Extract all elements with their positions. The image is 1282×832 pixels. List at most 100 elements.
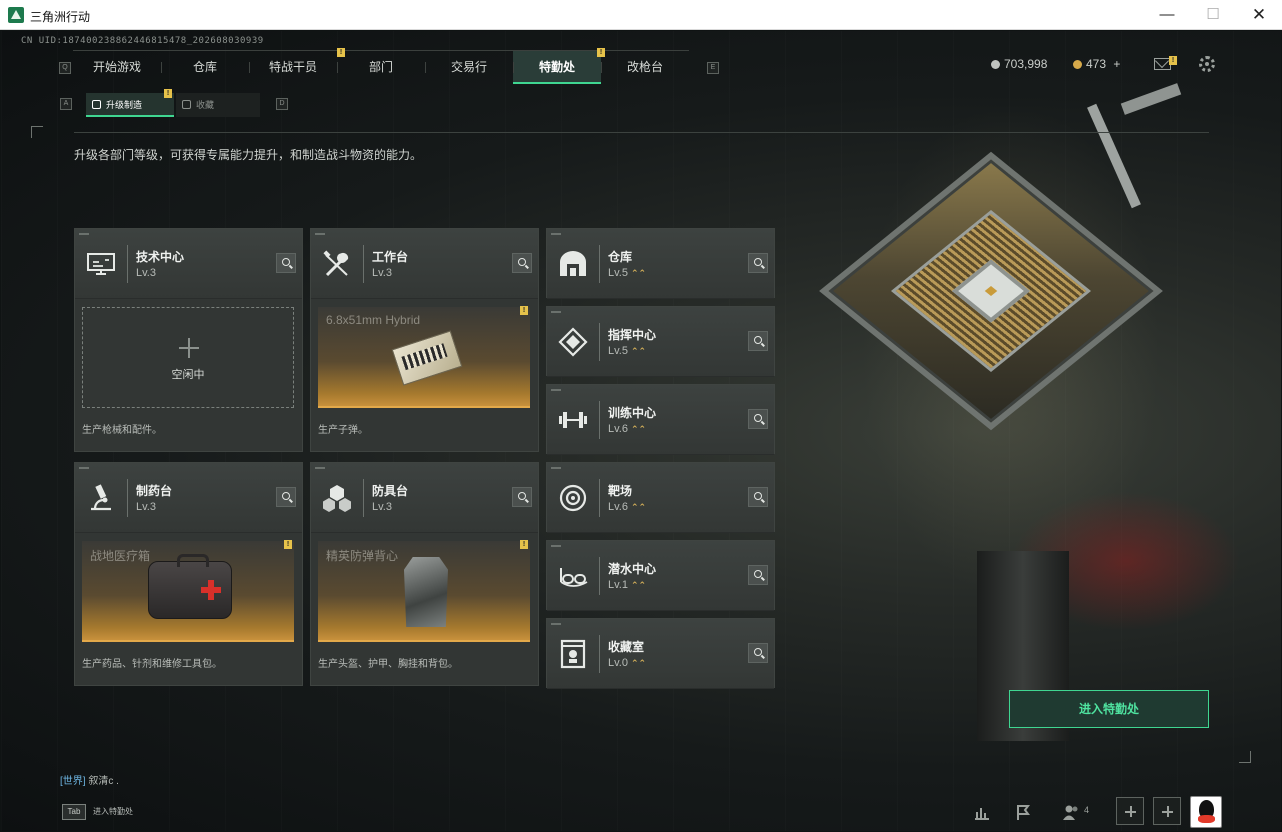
slot-item-name: 战地医疗箱 [90,549,151,563]
collection-room-icon [560,639,586,669]
tools-icon [323,250,349,277]
dumbbell-icon [559,412,587,428]
invite-slot-2-button[interactable] [1153,797,1181,825]
search-icon[interactable] [512,253,532,273]
game-viewport: CN UID:1874002388624468154​78_2026080309… [1,31,1281,831]
search-icon[interactable] [748,253,768,273]
tab-operators[interactable]: 特战干员 [249,51,337,84]
qq-avatar-icon[interactable] [1190,796,1222,828]
minimize-button[interactable]: — [1144,0,1190,30]
facility-card-armor-bench[interactable]: 防具台 Lv.3 精英防弹背心 ! 生产头盔、护甲、胸挂和背包。 [310,462,539,686]
subtab-left-key-hint: A [60,98,72,110]
close-button[interactable]: ✕ [1236,0,1282,30]
facility-name: 训练中心 [608,406,657,420]
invite-slot-1-button[interactable] [1116,797,1144,825]
maximize-button[interactable]: ☐ [1190,0,1236,30]
facility-card-diving-center[interactable]: 潜水中心 Lv.1 ⌃⌃ [546,540,775,611]
facility-card-pharmacy[interactable]: 制药台 Lv.3 战地医疗箱 ! 生产药品、针剂和维修工具包。 [74,462,303,686]
tab-start-game[interactable]: 开始游戏 [73,51,161,84]
world-chat-line[interactable]: [世界] 叙清c . [60,772,119,787]
facility-card-shooting-range[interactable]: 靶场 Lv.6 ⌃⌃ [546,462,775,533]
gold-currency: 473 + [1073,57,1120,71]
facility-description: 生产头盔、护甲、胸挂和背包。 [318,659,458,670]
facility-name: 制药台 [136,484,173,498]
friends-count: 4 [1084,805,1090,815]
production-slot-idle[interactable]: 空闲中 [82,307,294,408]
facility-level: Lv.3 [372,501,392,513]
slot-warning-badge: ! [284,540,292,549]
enter-special-ops-button[interactable]: 进入特勤处 [1009,690,1209,728]
nav-right-key-hint: E [707,62,719,74]
tab-market[interactable]: 交易行 [425,51,513,84]
command-center-icon [558,327,588,357]
facility-level: Lv.5 [608,267,628,279]
chat-channel: [世界] [60,776,86,787]
facility-card-command-center[interactable]: 指挥中心 Lv.5 ⌃⌃ [546,306,775,377]
upgrade-available-icon: ⌃⌃ [630,502,647,512]
target-icon [559,484,587,512]
facility-card-training-center[interactable]: 训练中心 Lv.6 ⌃⌃ [546,384,775,455]
stats-chart-icon[interactable] [973,803,991,821]
upgrade-available-icon: ⌃⌃ [630,580,647,590]
production-slot-ammo[interactable]: 6.8x51mm Hybrid ! [318,306,530,408]
tab-gunsmith[interactable]: 改枪台 [601,51,689,84]
upgrade-available-icon: ⌃⌃ [630,658,647,668]
slot-status: 空闲中 [171,369,205,381]
mail-warning-badge: ! [1169,56,1177,65]
medkit-image [148,554,232,619]
chat-message: 叙清c . [85,776,119,787]
operators-warning-badge: ! [337,48,345,57]
tab-warehouse[interactable]: 仓库 [161,51,249,84]
facility-card-collection-room[interactable]: 收藏室 Lv.0 ⌃⌃ [546,618,775,689]
flag-icon[interactable] [1014,803,1032,821]
facility-description: 生产子弹。 [318,425,368,436]
production-slot-medkit[interactable]: 战地医疗箱 ! [82,540,294,642]
facility-card-workbench[interactable]: 工作台 Lv.3 6.8x51mm Hybrid ! 生产子弹。 [310,228,539,452]
friends-icon[interactable] [1062,803,1080,821]
search-icon[interactable] [748,409,768,429]
subtab-collection[interactable]: 收藏 [176,93,260,117]
add-gold-button[interactable]: + [1113,57,1120,71]
facility-name: 防具台 [372,484,409,498]
upgrade-available-icon: ⌃⌃ [630,346,647,356]
subtab-upgrade[interactable]: 升级制造 [86,93,174,117]
window-titlebar: 三角洲行动 — ☐ ✕ [0,0,1282,30]
tab-special-ops[interactable]: 特勤处 [513,51,601,84]
search-icon[interactable] [276,253,296,273]
silver-coin-icon [991,60,1000,69]
nav-left-key-hint: Q [59,62,71,74]
player-uid: CN UID:1874002388624468154​78_2026080309… [21,36,264,46]
window-title: 三角洲行动 [30,10,91,24]
production-slot-vest[interactable]: 精英防弹背心 ! [318,540,530,642]
facility-name: 技术中心 [136,250,185,264]
tab-key-label: Tab [62,804,86,820]
plus-icon [179,338,199,358]
monitor-icon [87,253,115,275]
tab-shortcut-hint[interactable]: Tab 进入特勤处 [62,802,142,822]
trophy-icon [182,100,191,109]
facility-card-tech-center[interactable]: 技术中心 Lv.3 空闲中 生产枪械和配件。 [74,228,303,452]
settings-gear-icon[interactable] [1199,56,1215,72]
slot-item-name: 6.8x51mm Hybrid [326,313,421,327]
tab-hint-label: 进入特勤处 [93,807,133,816]
facility-card-warehouse[interactable]: 仓库 Lv.5 ⌃⌃ [546,228,775,299]
search-icon[interactable] [748,643,768,663]
tab-department[interactable]: 部门 [337,51,425,84]
search-icon[interactable] [748,565,768,585]
facility-level: Lv.6 [608,501,628,513]
search-icon[interactable] [512,487,532,507]
hammer-icon [92,100,101,109]
slot-warning-badge: ! [520,540,528,549]
page-description: 升级各部门等级，可获得专属能力提升，和制造战斗物资的能力。 [74,148,423,162]
search-icon[interactable] [748,487,768,507]
corner-decoration [31,126,43,138]
search-icon[interactable] [276,487,296,507]
upgrade-warning-badge: ! [164,89,172,98]
subtab-right-key-hint: D [276,98,288,110]
header-rule [74,132,1209,133]
corner-decoration [1239,751,1251,763]
search-icon[interactable] [748,331,768,351]
facility-level: Lv.3 [136,267,156,279]
upgrade-available-icon: ⌃⌃ [630,268,647,278]
armor-vest-image [404,557,448,627]
